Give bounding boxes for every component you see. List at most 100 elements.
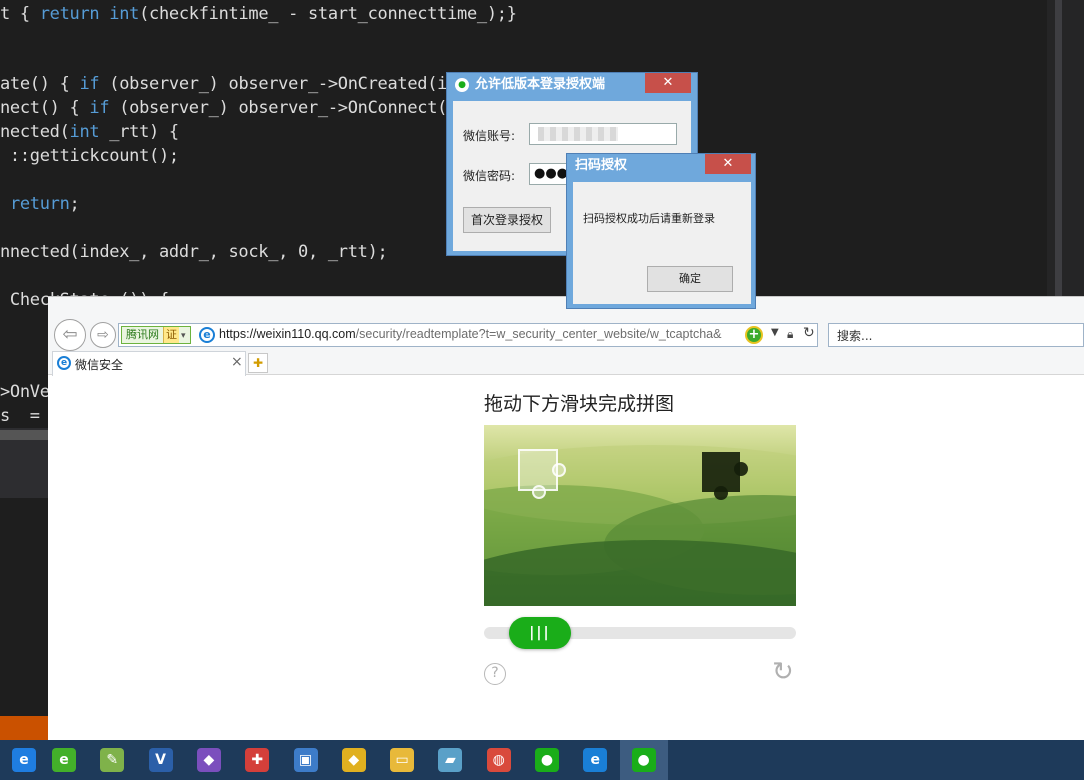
- taskbar-item[interactable]: ▣: [282, 740, 330, 780]
- notepad-icon: ✎: [100, 748, 125, 772]
- taskbar-item[interactable]: V: [137, 740, 185, 780]
- taskbar-item[interactable]: ●: [523, 740, 571, 780]
- taskbar-item[interactable]: e: [40, 740, 88, 780]
- first-login-button[interactable]: 首次登录授权: [463, 207, 551, 233]
- close-button[interactable]: ✕: [705, 154, 751, 174]
- code-text: _rtt) {: [99, 122, 179, 142]
- book-icon: ▰: [438, 748, 463, 772]
- taskbar-item[interactable]: e: [571, 740, 619, 780]
- editor-status-accent: [0, 716, 48, 740]
- dialog-title: 允许低版本登录授权端: [475, 77, 606, 92]
- taskbar-item[interactable]: ◍: [475, 740, 523, 780]
- refresh-captcha-icon[interactable]: ↻: [772, 659, 794, 685]
- code-text: ate() {: [0, 74, 80, 94]
- code-line: nnected(index_, addr_, sock_, 0, _rtt);: [0, 242, 388, 262]
- puzzle-slot: [702, 452, 748, 500]
- code-line: >OnVe: [0, 382, 50, 402]
- code-text: ;: [69, 194, 80, 214]
- site-identity-badge[interactable]: 腾讯网证 ▾: [121, 326, 191, 344]
- code-keyword: int: [109, 4, 140, 24]
- refresh-icon[interactable]: ↻: [803, 325, 815, 341]
- editor-side-bar: [0, 430, 48, 440]
- browser-window: ⇦ ⇨ 腾讯网证 ▾ e https://weixin110.qq.com/sec…: [48, 296, 1084, 740]
- ok-button[interactable]: 确定: [647, 266, 733, 292]
- url-path: /security/readtemplate?t=w_security_cent…: [355, 327, 722, 341]
- code-keyword: if: [79, 74, 100, 94]
- address-dropdown-icon[interactable]: ▼: [771, 327, 779, 338]
- code-text: nnected(index_, addr_, sock_, 0, _rtt);: [0, 242, 388, 262]
- search-input[interactable]: 搜索...: [828, 323, 1084, 347]
- puzzle-piece[interactable]: [518, 449, 566, 499]
- browser-360-icon: e: [52, 748, 76, 772]
- ie-icon: e: [583, 748, 608, 772]
- code-line: ::gettickcount();: [0, 146, 179, 166]
- taskbar-item[interactable]: ▰: [426, 740, 474, 780]
- code-line: ate() { if (observer_) observer_->OnCrea…: [0, 74, 447, 94]
- dialog-body: 扫码授权成功后请重新登录 确定: [573, 182, 751, 304]
- tab-label: 微信安全: [75, 358, 124, 372]
- chevron-down-icon: ▾: [181, 331, 186, 341]
- editor-scroll-thumb[interactable]: [1055, 0, 1062, 296]
- new-tab-button[interactable]: ✚: [248, 353, 268, 373]
- paint-icon: ◍: [486, 748, 511, 772]
- edge-icon: e: [12, 748, 36, 772]
- back-button[interactable]: ⇦: [54, 319, 86, 351]
- code-line: return;: [0, 194, 80, 214]
- code-text: >OnVe: [0, 382, 50, 402]
- password-label: 微信密码:: [463, 169, 516, 183]
- taskbar-item[interactable]: ✎: [88, 740, 136, 780]
- site-badge-label: 腾讯网: [126, 328, 159, 341]
- git-icon: ◆: [341, 748, 366, 772]
- code-text: nect() {: [0, 98, 90, 118]
- qr-authorization-dialog: 扫码授权 ✕ 扫码授权成功后请重新登录 确定: [566, 153, 756, 309]
- remote-desktop-icon: ▣: [293, 748, 318, 772]
- code-text: t {: [0, 4, 40, 24]
- taskbar-item[interactable]: ▭: [378, 740, 426, 780]
- code-text: s =: [0, 406, 40, 426]
- addon-icon[interactable]: +: [745, 326, 763, 344]
- code-keyword: int: [69, 122, 100, 142]
- taskbar-item[interactable]: ●: [619, 740, 668, 780]
- code-keyword: return: [9, 194, 70, 214]
- tab-close-icon[interactable]: ×: [231, 354, 243, 370]
- ie-page-icon: e: [199, 327, 215, 343]
- mountain-ridge: [484, 540, 796, 606]
- colorful-app-icon: ✚: [245, 748, 270, 772]
- account-field[interactable]: [529, 123, 677, 145]
- visual-studio-icon: ◆: [196, 748, 221, 772]
- lock-icon[interactable]: 🔒︎: [787, 327, 793, 342]
- taskbar-item[interactable]: ◆: [330, 740, 378, 780]
- code-text: nected(: [0, 122, 70, 142]
- code-keyword: return: [39, 4, 100, 24]
- close-button[interactable]: ✕: [645, 73, 691, 93]
- dialog-message: 扫码授权成功后请重新登录: [583, 212, 715, 225]
- url-text[interactable]: https://weixin110.qq.com/security/readte…: [219, 327, 721, 341]
- tab-wechat-security[interactable]: e 微信安全 ×: [52, 351, 246, 376]
- code-text: ::gettickcount();: [0, 146, 179, 166]
- code-line: s =: [0, 406, 40, 426]
- code-line: nect() { if (observer_) observer_->OnCon…: [0, 98, 447, 118]
- help-icon[interactable]: ?: [484, 663, 506, 685]
- visio-icon: V: [148, 748, 173, 772]
- ie-tab-icon: e: [57, 356, 71, 370]
- blurred-account-value: [538, 127, 618, 141]
- editor-scrollbar[interactable]: [1047, 0, 1084, 296]
- taskbar-item[interactable]: ✚: [233, 740, 281, 780]
- code-text: (checkfintime_ - start_connecttime_);}: [139, 4, 517, 24]
- wechat-active-icon: ●: [631, 748, 656, 772]
- wechat-icon: ●: [535, 748, 559, 772]
- address-bar[interactable]: 腾讯网证 ▾ e https://weixin110.qq.com/securit…: [118, 323, 818, 347]
- taskbar-item[interactable]: ◆: [185, 740, 233, 780]
- code-text: (observer_) observer_->OnCreated(i: [99, 74, 448, 94]
- certificate-badge: 证: [163, 327, 179, 343]
- captcha-title: 拖动下方滑块完成拼图: [484, 393, 675, 415]
- code-line: nected(int _rtt) {: [0, 122, 179, 142]
- forward-button[interactable]: ⇨: [90, 322, 116, 348]
- code-keyword: if: [89, 98, 110, 118]
- code-text: (observer_) observer_->OnConnect(: [109, 98, 448, 118]
- captcha-puzzle-image: [484, 425, 796, 606]
- slider-handle[interactable]: |||: [508, 617, 571, 649]
- dialog-title: 扫码授权: [575, 158, 628, 173]
- wechat-icon: ●: [455, 78, 469, 92]
